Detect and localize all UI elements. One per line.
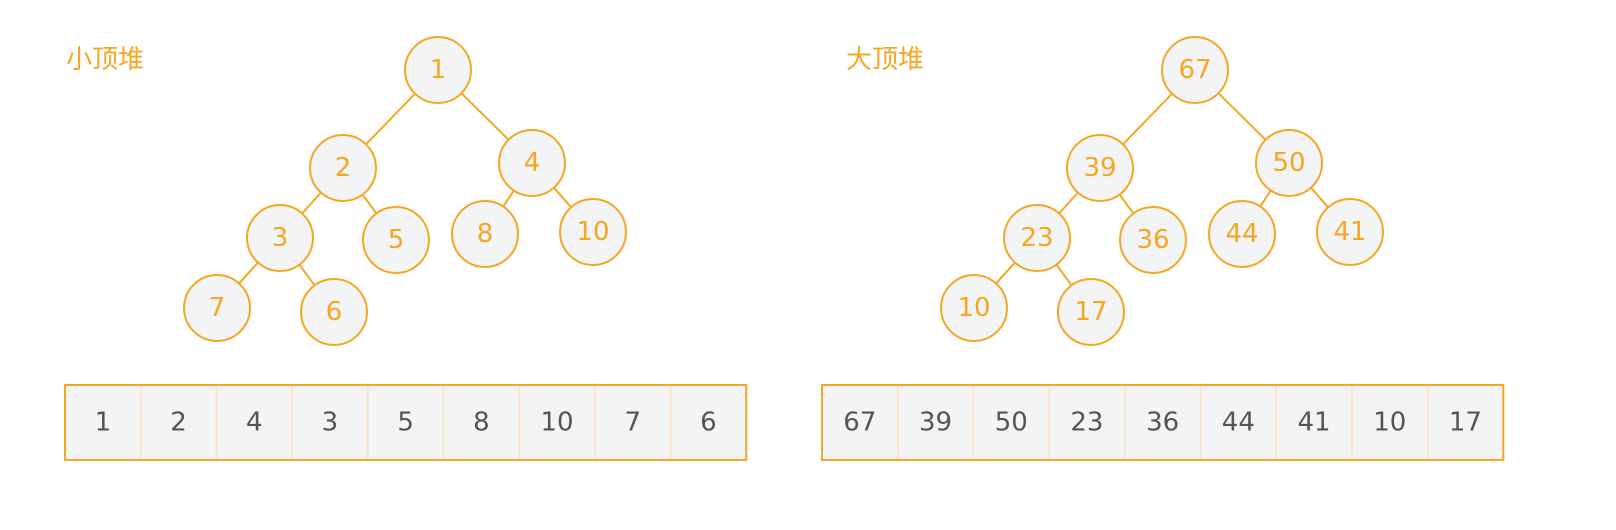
max-heap-node: 44 [1208,200,1276,268]
max-heap-array-cell: 67 [843,408,876,438]
min-heap-edge [365,92,416,146]
min-heap-node: 7 [183,274,251,342]
min-heap-title: 小顶堆 [66,45,144,75]
min-heap-node-label: 10 [576,217,609,247]
max-heap-title: 大顶堆 [846,45,924,75]
min-heap-node: 10 [559,198,627,266]
min-heap-array-cell: 8 [473,408,490,438]
heap-diagram: 小顶堆 1 2 4 3 5 8 10 7 6 1 2 4 3 5 8 10 7 6 大顶堆 67 39 50 23 36… [64,36,1505,461]
min-heap-node: 2 [309,134,377,202]
min-heap-array-cell: 10 [541,408,574,438]
min-heap-edge [361,193,378,215]
max-heap-node-label: 44 [1225,219,1258,249]
max-heap-node: 23 [1003,204,1071,272]
max-heap-array-cell: 17 [1449,408,1482,438]
min-heap-node: 5 [362,206,430,274]
min-heap-edge [460,92,510,141]
max-heap-edge [1055,264,1073,286]
min-heap-node-label: 5 [388,225,405,255]
max-heap-edge [1058,191,1079,215]
max-heap-node-label: 36 [1136,225,1169,255]
max-heap-nodes: 67 39 50 23 36 44 41 10 17 [940,36,1384,346]
max-heap-node: 10 [940,274,1008,342]
max-heap-edge [995,261,1016,285]
max-heap-array-cell: 50 [995,408,1028,438]
max-heap-node-label: 10 [957,293,990,323]
max-heap-node-label: 41 [1333,217,1366,247]
max-heap-node-label: 39 [1083,153,1116,183]
max-heap-edge [1217,92,1267,141]
max-heap-node-label: 23 [1020,223,1053,253]
max-heap-array-cell: 44 [1222,408,1255,438]
min-heap-array-cell: 1 [95,408,112,438]
max-heap-edge [1118,193,1135,215]
min-heap-array-cell: 3 [322,408,339,438]
min-heap-node-label: 3 [272,223,289,253]
min-heap-nodes: 1 2 4 3 5 8 10 7 6 [183,36,627,346]
min-heap-panel: 小顶堆 1 2 4 3 5 8 10 7 6 1 2 4 3 5 8 10 7 6 [64,36,748,461]
max-heap-node-label: 50 [1272,148,1305,178]
max-heap-edge [1122,92,1173,146]
max-heap-node: 41 [1316,198,1384,266]
max-heap-node-label: 17 [1074,297,1107,327]
min-heap-node: 4 [498,129,566,197]
min-heap-array-cell: 2 [170,408,187,438]
min-heap-array-cell: 4 [246,408,263,438]
max-heap-array-cell: 36 [1146,408,1179,438]
min-heap-edge [238,261,259,285]
min-heap-node-label: 2 [335,153,352,183]
min-heap-node-label: 6 [326,297,343,327]
max-heap-panel: 大顶堆 67 39 50 23 36 44 41 10 17 67 39 50 23 36 44 41 10 1… [821,36,1505,461]
max-heap-array: 67 39 50 23 36 44 41 10 17 [821,384,1505,461]
min-heap-node: 8 [451,200,519,268]
min-heap-array-cell: 6 [700,408,717,438]
max-heap-edge [1310,187,1329,208]
min-heap-node: 1 [404,36,472,104]
min-heap-edge [553,187,572,208]
min-heap-node: 6 [300,278,368,346]
min-heap-node: 3 [246,204,314,272]
max-heap-node: 36 [1119,206,1187,274]
min-heap-edge [502,189,515,208]
min-heap-edge [298,264,316,286]
min-heap-node-label: 1 [430,55,447,85]
min-heap-node-label: 4 [524,148,541,178]
max-heap-node: 67 [1161,36,1229,104]
max-heap-node-label: 67 [1178,55,1211,85]
max-heap-array-cell: 39 [919,408,952,438]
max-heap-array-cell: 10 [1373,408,1406,438]
min-heap-edge [301,191,322,215]
min-heap-array-cell: 7 [624,408,641,438]
max-heap-node: 50 [1255,129,1323,197]
min-heap-node-label: 7 [209,293,226,323]
max-heap-array-cell: 41 [1298,408,1331,438]
min-heap-array-cell: 5 [397,408,414,438]
min-heap-array: 1 2 4 3 5 8 10 7 6 [64,384,748,461]
max-heap-node: 17 [1057,278,1125,346]
max-heap-array-cell: 23 [1070,408,1103,438]
min-heap-node-label: 8 [477,219,494,249]
max-heap-node: 39 [1066,134,1134,202]
max-heap-edge [1259,189,1272,208]
